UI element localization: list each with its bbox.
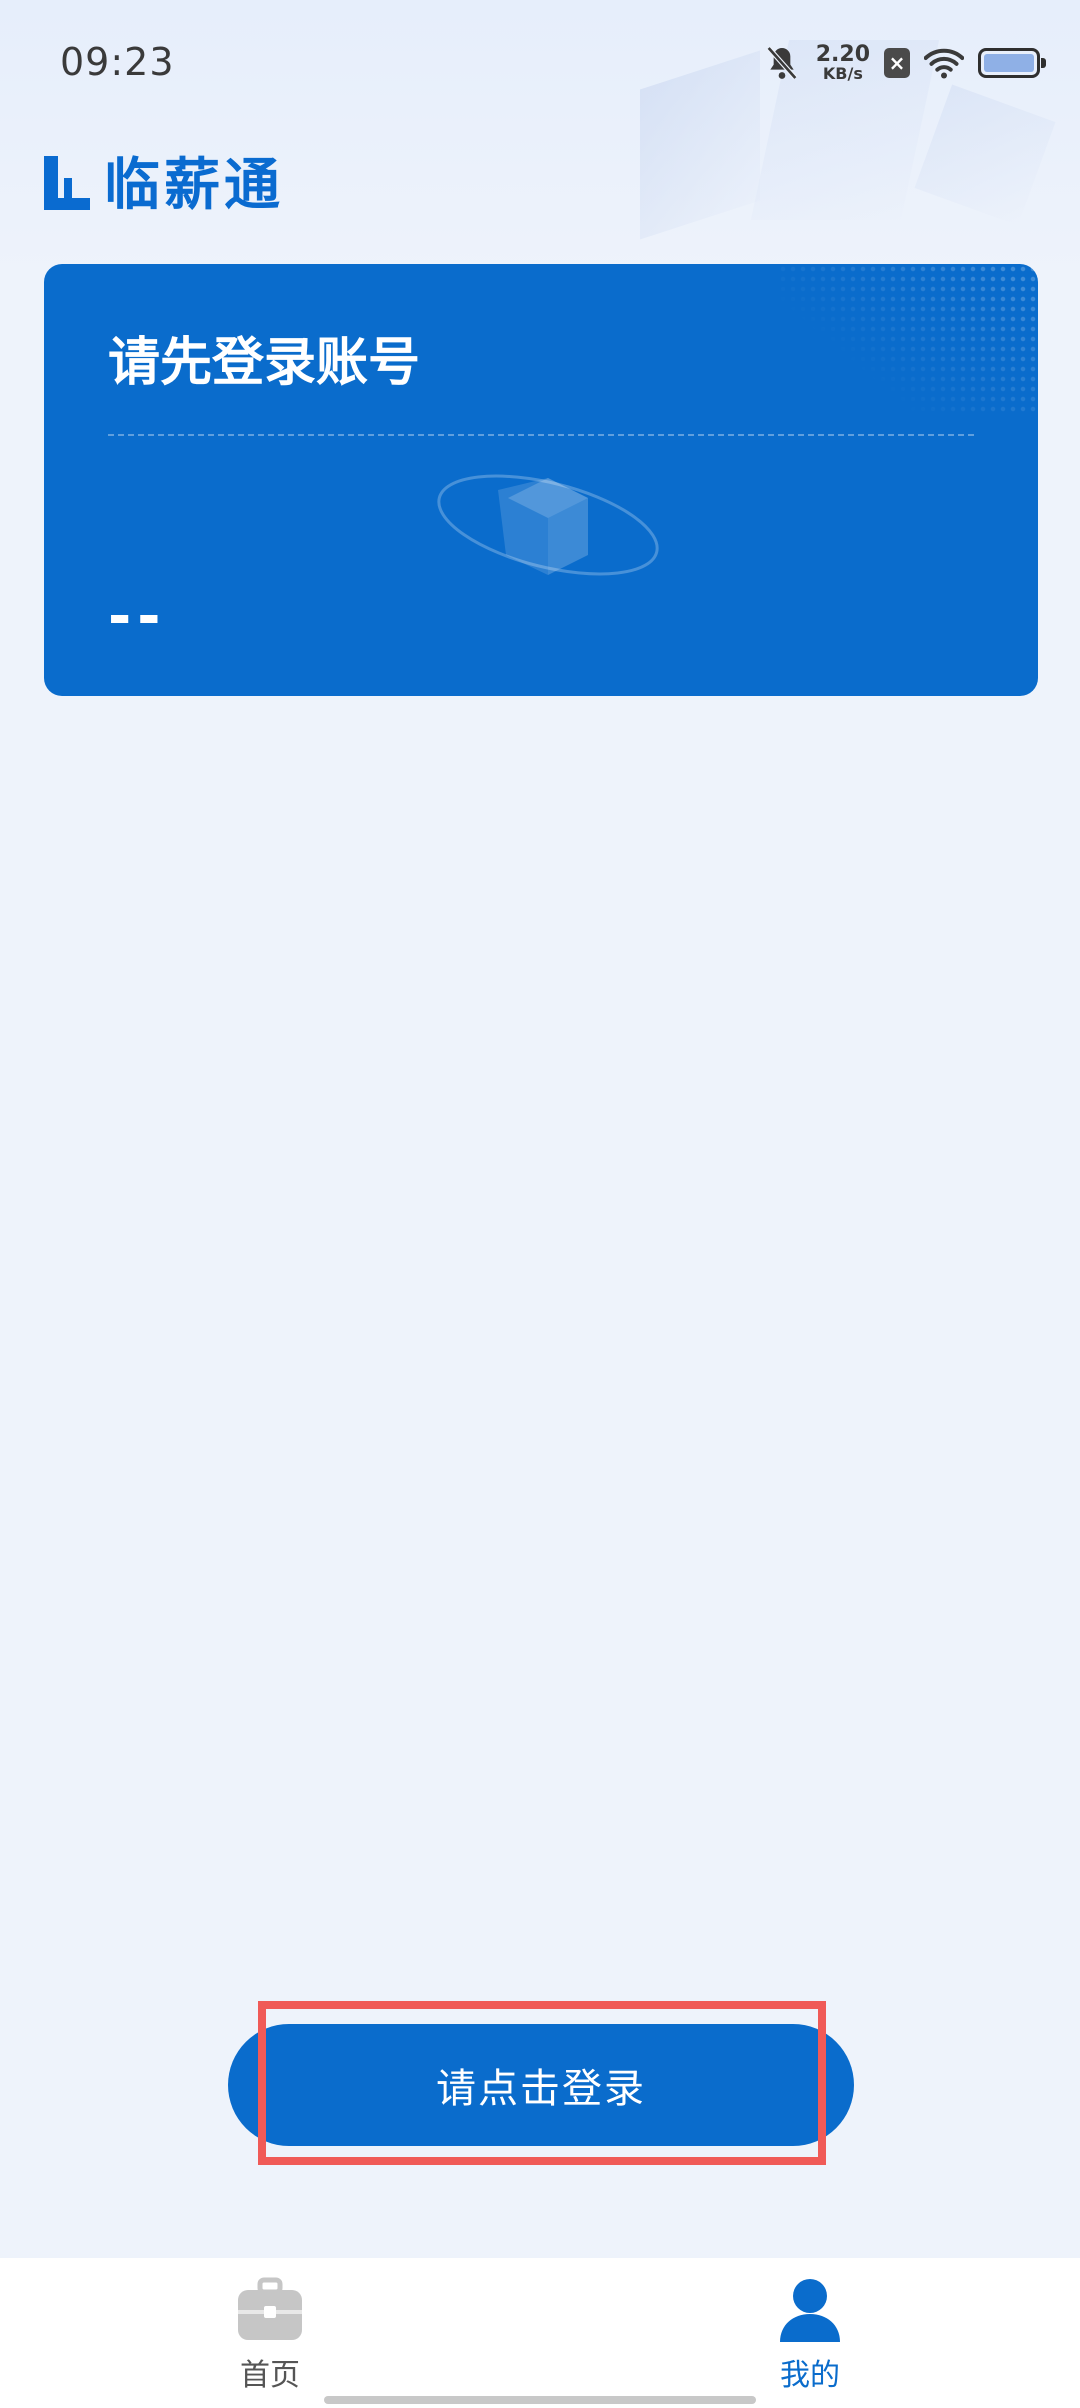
network-speed: 2.20 KB/s <box>816 44 870 82</box>
nav-item-mine[interactable]: 我的 <box>730 2276 890 2396</box>
app-logo: 临薪通 <box>44 148 284 218</box>
home-indicator[interactable] <box>324 2396 756 2404</box>
cube-emblem-icon <box>437 474 659 576</box>
account-card-title: 请先登录账号 <box>108 333 421 393</box>
nav-item-home[interactable]: 首页 <box>190 2276 350 2396</box>
battery-fill <box>984 54 1034 72</box>
nav-label-home: 首页 <box>240 2358 300 2393</box>
card-dot-pattern <box>778 264 1038 414</box>
status-bar: 09:23 2.20 KB/s × <box>0 0 1080 126</box>
bottom-nav: 首页 我的 <box>0 2258 1080 2408</box>
briefcase-icon <box>238 2277 302 2340</box>
user-icon <box>780 2279 840 2342</box>
status-time: 09:23 <box>60 40 175 84</box>
account-card-value: -- <box>108 584 167 649</box>
battery-icon <box>978 48 1046 78</box>
wifi-icon <box>924 48 964 79</box>
logo-text: 临薪通 <box>104 152 284 218</box>
account-card: 请先登录账号 -- <box>44 264 1038 696</box>
logo-mark-icon <box>44 150 92 210</box>
status-icons: 2.20 KB/s × <box>762 40 1046 86</box>
card-divider <box>108 434 974 436</box>
bell-muted-icon <box>766 46 797 80</box>
sim-x-icon: × <box>884 48 910 78</box>
nav-label-mine: 我的 <box>780 2358 840 2393</box>
network-speed-value: 2.20 <box>815 42 870 67</box>
login-button[interactable]: 请点击登录 <box>228 2024 854 2146</box>
network-speed-unit: KB/s <box>822 64 863 83</box>
